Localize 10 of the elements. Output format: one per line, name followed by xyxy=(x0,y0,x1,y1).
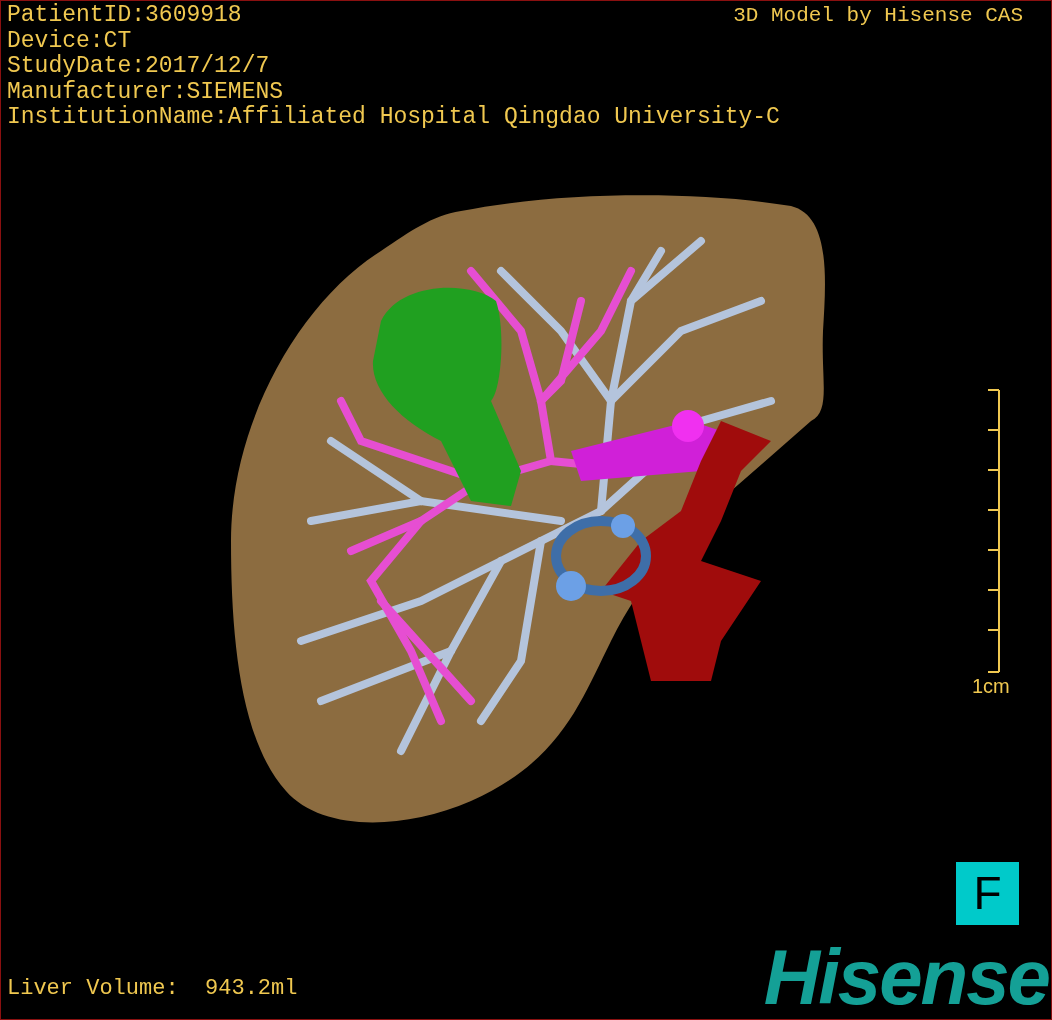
liver-volume-label: Liver Volume: 943.2ml xyxy=(7,975,298,1003)
scale-label: 1cm xyxy=(972,674,1010,699)
patient-info-line: PatientID:3609918 xyxy=(7,3,242,29)
model-credit-label: 3D Model by Hisense CAS xyxy=(733,3,1023,29)
brand-logo: Hisense xyxy=(763,937,1049,1017)
patient-info-line: InstitutionName:Affiliated Hospital Qingdao University-C xyxy=(7,105,780,131)
patient-info-line: Device:CT xyxy=(7,28,132,54)
patient-info-line: StudyDate:2017/12/7 xyxy=(7,54,270,80)
patient-info-line: Manufacturer:SIEMENS xyxy=(7,79,284,105)
orientation-marker: F xyxy=(956,862,1019,925)
